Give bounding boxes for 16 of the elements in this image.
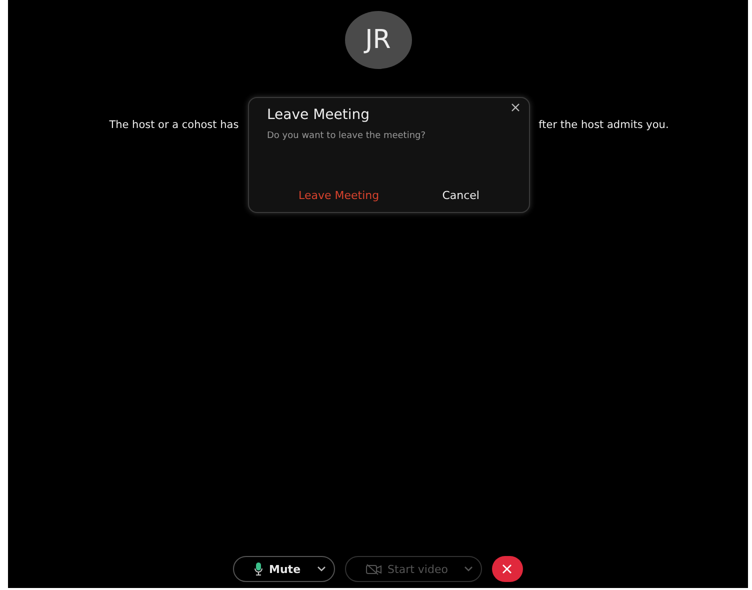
chevron-icon [464, 566, 473, 572]
close-icon [511, 103, 520, 112]
video-off-icon [366, 564, 382, 574]
waiting-text: The host or a cohost has [109, 119, 239, 131]
chevron-icon [316, 566, 326, 572]
dialog-message: Do you want to leave the meeting? [267, 131, 427, 141]
microphone-icon [254, 562, 264, 576]
leave-meeting-button[interactable]: Leave Meeting [294, 187, 384, 204]
waiting-text: fter the host admits you. [538, 119, 669, 131]
cancel-button[interactable]: Cancel [438, 187, 484, 204]
close-icon [502, 564, 512, 574]
mute-button[interactable]: Mute [233, 556, 335, 582]
avatar: JR [344, 11, 412, 69]
close-button[interactable] [511, 103, 520, 112]
dialog-title: Leave Meeting [267, 107, 371, 123]
end-call-button[interactable] [492, 556, 523, 582]
